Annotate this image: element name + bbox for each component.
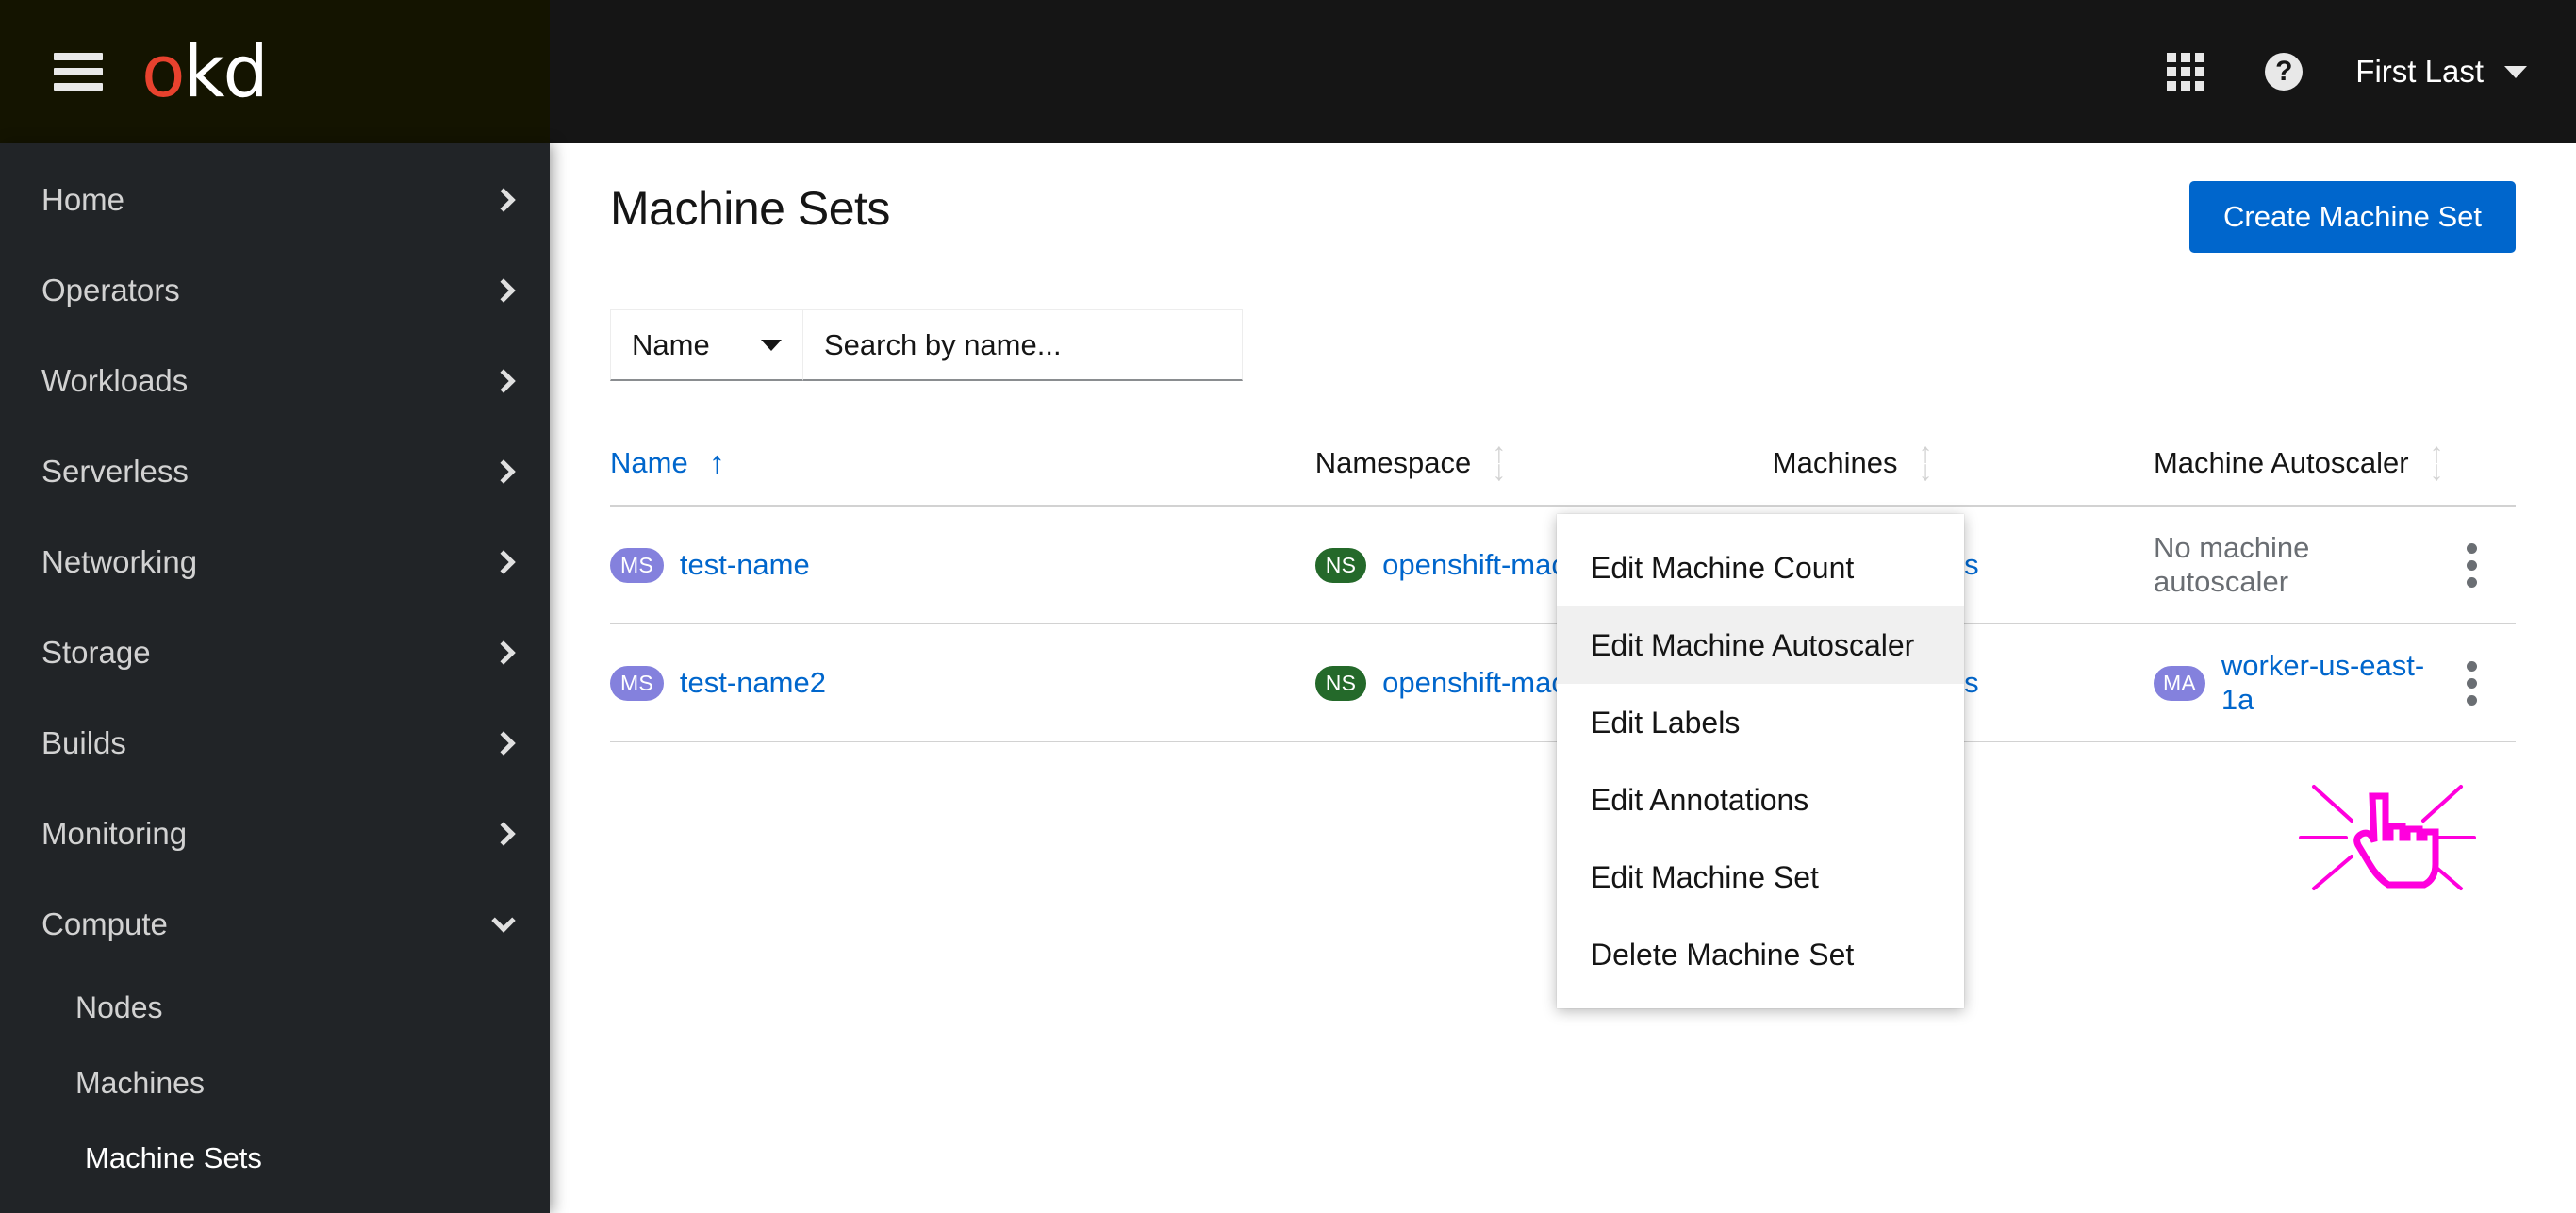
- hamburger-menu-icon[interactable]: [54, 53, 103, 91]
- application-root: okd ? First Last Home Operators Workload…: [0, 0, 2576, 1213]
- chevron-down-icon: [491, 908, 516, 933]
- caret-down-icon: [2504, 65, 2527, 78]
- sidebar-item-label: Builds: [41, 725, 126, 760]
- sidebar-item-monitoring[interactable]: Monitoring: [0, 789, 550, 879]
- primary-navigation: Home Operators Workloads Serverless Netw…: [0, 143, 550, 1213]
- sidebar-item-label: Storage: [41, 635, 151, 670]
- table-head: Name ↑ Namespace ↑ ↓ Machines ↑ ↓ Machin…: [610, 438, 2516, 507]
- menu-item-edit-annotations[interactable]: Edit Annotations: [1557, 761, 1964, 839]
- chevron-right-icon: [491, 459, 516, 484]
- sidebar-item-builds[interactable]: Builds: [0, 698, 550, 789]
- caret-down-icon: [761, 339, 782, 351]
- column-label: Machine Autoscaler: [2153, 445, 2409, 479]
- masthead-brand-zone: okd: [0, 0, 550, 143]
- menu-item-edit-machine-count[interactable]: Edit Machine Count: [1557, 529, 1964, 606]
- menu-item-edit-labels[interactable]: Edit Labels: [1557, 684, 1964, 761]
- user-menu-toggle[interactable]: First Last: [2333, 0, 2576, 143]
- cell-actions: [2443, 623, 2516, 743]
- sort-none-icon: ↑ ↓: [2429, 438, 2444, 487]
- page-header: Machine Sets Create Machine Set: [550, 143, 2576, 253]
- column-header-machine-autoscaler[interactable]: Machine Autoscaler ↑ ↓: [2153, 438, 2444, 507]
- column-label: Name: [610, 445, 688, 479]
- cell-name: MS test-name: [610, 506, 1315, 625]
- chevron-right-icon: [491, 731, 516, 756]
- chevron-right-icon: [491, 822, 516, 846]
- sidebar-item-label: Monitoring: [41, 816, 188, 851]
- resource-badge-machine-autoscaler: MA: [2153, 665, 2205, 701]
- grid-icon: [2167, 53, 2205, 91]
- okd-logo-kd: kd: [183, 29, 269, 113]
- row-kebab-menu-icon[interactable]: [2444, 660, 2501, 706]
- sidebar-item-label: Nodes: [75, 989, 163, 1024]
- chevron-right-icon: [491, 640, 516, 665]
- machine-autoscaler-link[interactable]: worker-us-east-1a: [2221, 649, 2444, 717]
- cell-machine-autoscaler: MA worker-us-east-1a: [2153, 623, 2444, 743]
- sidebar-item-home[interactable]: Home: [0, 155, 550, 245]
- resource-badge-namespace: NS: [1314, 665, 1367, 701]
- sidebar-item-label: Workloads: [41, 363, 189, 398]
- masthead-actions: ? First Last: [2137, 0, 2576, 143]
- sidebar-item-operators[interactable]: Operators: [0, 245, 550, 336]
- column-label: Namespace: [1314, 445, 1472, 479]
- sort-none-icon: ↑ ↓: [1918, 438, 1933, 487]
- column-label: Machines: [1772, 445, 1898, 479]
- cell-name: MS test-name2: [610, 623, 1315, 743]
- sidebar-item-label: Machine Sets: [85, 1141, 262, 1174]
- machine-set-link[interactable]: test-name: [680, 548, 810, 582]
- sidebar-item-label: Networking: [41, 544, 198, 579]
- sort-ascending-icon: ↑: [708, 444, 725, 481]
- app-launcher-button[interactable]: [2137, 0, 2235, 143]
- cell-actions: [2443, 506, 2516, 625]
- machine-set-link[interactable]: test-name2: [680, 666, 826, 700]
- help-button[interactable]: ?: [2235, 0, 2333, 143]
- chevron-right-icon: [491, 188, 516, 212]
- sidebar-item-serverless[interactable]: Serverless: [0, 426, 550, 517]
- table-header-row: Name ↑ Namespace ↑ ↓ Machines ↑ ↓ Machin…: [610, 438, 2516, 507]
- create-machine-set-button[interactable]: Create Machine Set: [2189, 181, 2516, 253]
- sidebar-item-workloads[interactable]: Workloads: [0, 336, 550, 426]
- column-header-namespace[interactable]: Namespace ↑ ↓: [1314, 438, 1773, 507]
- sidebar-item-machine-sets[interactable]: Machine Sets: [0, 1121, 550, 1196]
- chevron-right-icon: [491, 550, 516, 574]
- okd-logo[interactable]: okd: [141, 36, 269, 108]
- sidebar-item-compute[interactable]: Compute: [0, 879, 550, 970]
- row-action-menu: Edit Machine Count Edit Machine Autoscal…: [1557, 514, 1964, 1008]
- sidebar-item-storage[interactable]: Storage: [0, 607, 550, 698]
- filter-type-label: Name: [632, 327, 710, 361]
- resource-badge-machine-set: MS: [610, 547, 664, 583]
- sidebar-item-nodes[interactable]: Nodes: [0, 970, 550, 1045]
- chevron-right-icon: [491, 278, 516, 303]
- cell-machine-autoscaler: No machine autoscaler: [2153, 506, 2444, 625]
- column-header-machines[interactable]: Machines ↑ ↓: [1772, 438, 2154, 507]
- question-circle-icon: ?: [2265, 53, 2304, 91]
- chevron-right-icon: [491, 369, 516, 393]
- sidebar-item-label: Home: [41, 182, 125, 217]
- resource-badge-machine-set: MS: [610, 665, 664, 701]
- sidebar-item-machines[interactable]: Machines: [0, 1045, 550, 1121]
- column-header-name[interactable]: Name ↑: [610, 444, 1315, 507]
- search-input[interactable]: [803, 309, 1243, 381]
- row-kebab-menu-icon[interactable]: [2444, 542, 2501, 588]
- sort-none-icon: ↑ ↓: [1492, 438, 1507, 487]
- filter-toolbar: Name: [550, 253, 2576, 381]
- filter-type-dropdown[interactable]: Name: [610, 309, 803, 381]
- sidebar-item-networking[interactable]: Networking: [0, 517, 550, 607]
- menu-item-delete-machine-set[interactable]: Delete Machine Set: [1557, 916, 1964, 993]
- menu-item-edit-machine-set[interactable]: Edit Machine Set: [1557, 839, 1964, 916]
- sidebar-item-label: Compute: [41, 906, 168, 941]
- no-autoscaler-text: No machine autoscaler: [2153, 531, 2310, 599]
- sidebar-item-label: Machines: [75, 1065, 205, 1100]
- resource-badge-namespace: NS: [1314, 547, 1367, 583]
- okd-logo-o: o: [141, 29, 185, 113]
- sidebar-item-label: Operators: [41, 273, 180, 307]
- menu-item-edit-machine-autoscaler[interactable]: Edit Machine Autoscaler: [1557, 606, 1964, 684]
- page-title: Machine Sets: [610, 182, 890, 235]
- user-name-label: First Last: [2355, 54, 2484, 89]
- sidebar-item-label: Serverless: [41, 454, 189, 489]
- masthead: okd ? First Last: [0, 0, 2576, 143]
- column-header-actions: [2443, 445, 2516, 507]
